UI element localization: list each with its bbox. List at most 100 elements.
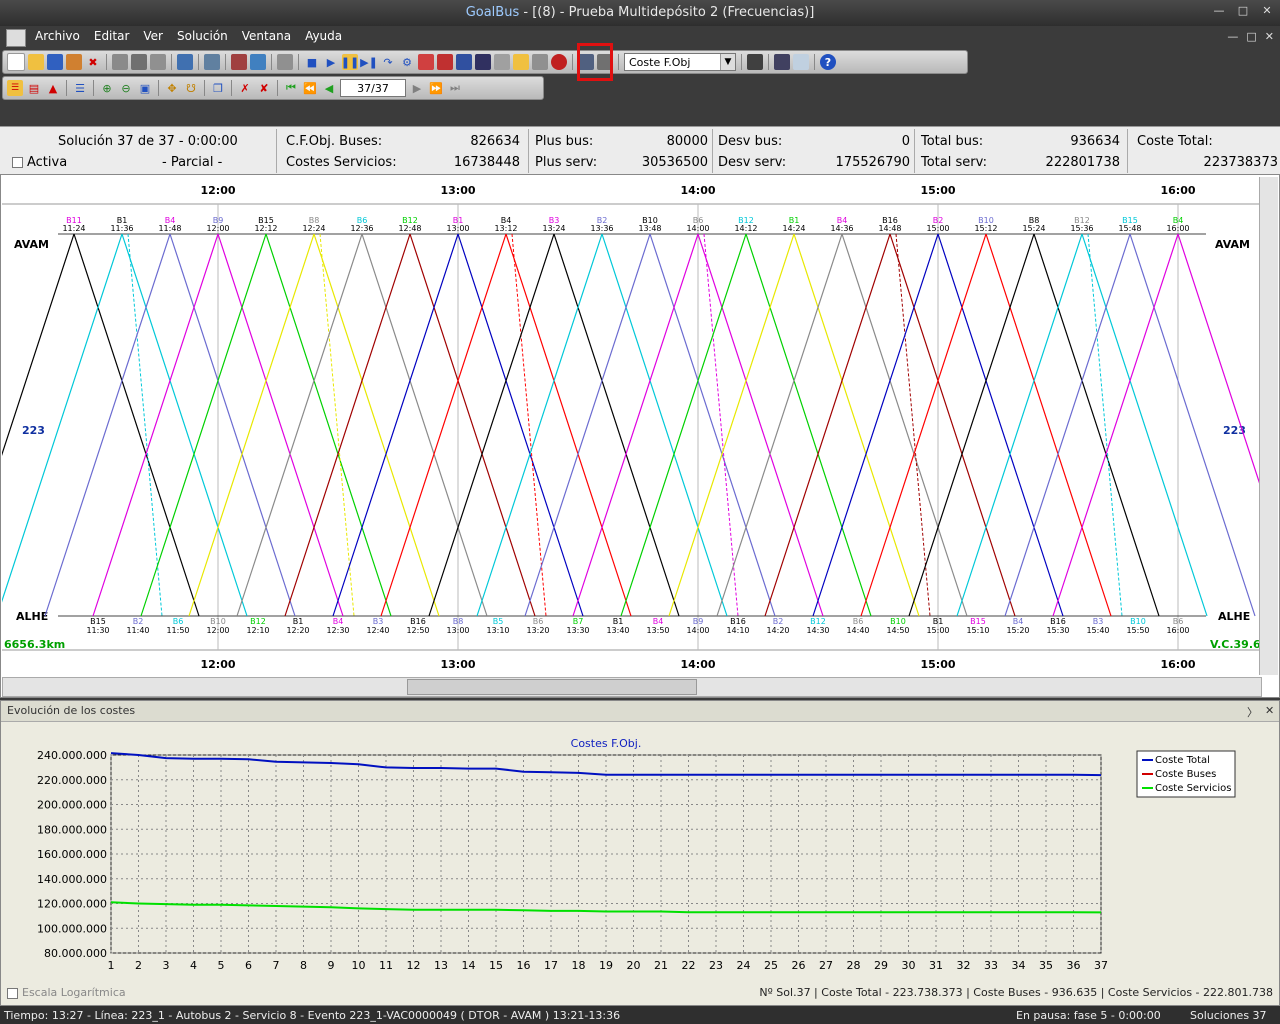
mdi-close-icon[interactable]: ✕: [1265, 30, 1274, 43]
schedule-icon[interactable]: [204, 54, 220, 70]
edit-icon[interactable]: [66, 54, 82, 70]
bottom-bus-20: B10: [890, 617, 906, 626]
remove-icon[interactable]: ✗: [237, 80, 253, 96]
menu-item-2[interactable]: Ver: [136, 29, 170, 43]
pause-icon[interactable]: ❚❚: [341, 54, 359, 70]
window-title-bar: GoalBus - [(8) - Prueba Multidepósito 2 …: [0, 0, 1280, 26]
mdi-restore-icon[interactable]: □: [1246, 30, 1256, 43]
timer-icon[interactable]: [551, 54, 567, 70]
delete-icon[interactable]: ✖: [85, 54, 101, 70]
bottom-bus-25: B3: [1093, 617, 1104, 626]
x-tick-4: 5: [218, 959, 225, 972]
cfobj-buses-value: 826634: [470, 134, 520, 149]
forward-icon[interactable]: ⏩: [428, 80, 444, 96]
top-time-23: 16:00: [1166, 224, 1189, 233]
partial-label: - Parcial -: [162, 155, 223, 170]
mdi-minimize-icon[interactable]: —: [1227, 30, 1238, 43]
chart-view-icon[interactable]: ☰: [7, 80, 23, 96]
menu-item-5[interactable]: Ayuda: [298, 29, 349, 43]
x-tick-3: 4: [190, 959, 197, 972]
objective-select[interactable]: Coste F.Obj ▼: [624, 53, 736, 71]
maximize-icon[interactable]: □: [1236, 4, 1250, 17]
duplicate-icon[interactable]: [150, 54, 166, 70]
route-icon[interactable]: [250, 54, 266, 70]
lines-icon[interactable]: ☰: [72, 80, 88, 96]
menu-item-3[interactable]: Solución: [170, 29, 235, 43]
grid-icon[interactable]: [177, 54, 193, 70]
time-label-bottom-0: 12:00: [200, 658, 235, 671]
cost-summary: Nº Sol.37 | Coste Total - 223.738.373 | …: [759, 986, 1273, 999]
stack-view-icon[interactable]: ▲: [45, 80, 61, 96]
timetable-horizontal-scrollbar[interactable]: [2, 677, 1262, 697]
menu-item-0[interactable]: Archivo: [28, 29, 87, 43]
legend-label-1: Coste Buses: [1155, 769, 1216, 780]
x-tick-6: 7: [273, 959, 280, 972]
previous-icon[interactable]: ◀: [321, 80, 337, 96]
step-icon[interactable]: ▶❚: [360, 54, 378, 70]
bus-config-icon[interactable]: [231, 54, 247, 70]
x-tick-21: 22: [682, 959, 696, 972]
plus-bus-value: 80000: [666, 134, 708, 149]
pin-icon[interactable]: 〉: [1247, 704, 1258, 720]
network-icon[interactable]: ⚙: [399, 54, 415, 70]
save-icon[interactable]: [47, 54, 63, 70]
bus-view-icon[interactable]: ▤: [26, 80, 42, 96]
scrollbar-thumb[interactable]: [407, 679, 697, 695]
solution-info-panel: Solución 37 de 37 - 0:00:00 Activa - Par…: [0, 126, 1280, 175]
minimize-icon[interactable]: —: [1212, 4, 1226, 17]
x-tick-17: 18: [572, 959, 586, 972]
people-icon[interactable]: [456, 54, 472, 70]
remove-all-icon[interactable]: ✘: [256, 80, 272, 96]
bottom-time-7: 12:40: [366, 626, 389, 635]
close-icon[interactable]: ✕: [1260, 4, 1274, 17]
next-icon[interactable]: ▶: [409, 80, 425, 96]
move-icon[interactable]: ✥: [164, 80, 180, 96]
bus-red-icon[interactable]: [418, 54, 434, 70]
stop-icon[interactable]: ■: [304, 54, 320, 70]
y-tick-1: 100.000.000: [37, 922, 107, 935]
document-icon[interactable]: [494, 54, 510, 70]
camera-icon[interactable]: [747, 54, 763, 70]
zoom-fit-icon[interactable]: ▣: [137, 80, 153, 96]
legend-label-2: Coste Servicios: [1155, 783, 1231, 794]
depot-icon[interactable]: [513, 54, 529, 70]
open-folder-icon[interactable]: [28, 54, 44, 70]
report-icon[interactable]: [532, 54, 548, 70]
app-bus-icon[interactable]: [6, 29, 26, 47]
active-checkbox[interactable]: Activa: [12, 155, 67, 170]
user-icon[interactable]: [475, 54, 491, 70]
log-scale-checkbox[interactable]: Escala Logarítmica: [7, 986, 126, 999]
time-label-bottom-4: 16:00: [1160, 658, 1195, 671]
bus-red2-icon[interactable]: [437, 54, 453, 70]
binoculars-icon[interactable]: [774, 54, 790, 70]
copy-icon[interactable]: [112, 54, 128, 70]
bottom-time-23: 15:20: [1006, 626, 1029, 635]
paste-icon[interactable]: [131, 54, 147, 70]
first-icon[interactable]: ⏮: [283, 80, 299, 96]
search-icon[interactable]: [793, 54, 809, 70]
windows-icon[interactable]: ❐: [210, 80, 226, 96]
bottom-bus-13: B1: [613, 617, 624, 626]
menu-item-4[interactable]: Ventana: [235, 29, 298, 43]
chevron-down-icon[interactable]: ▼: [720, 54, 735, 70]
timetable-vertical-scrollbar[interactable]: [1259, 177, 1278, 675]
step-over-icon[interactable]: ↷: [380, 54, 396, 70]
timetable-chart[interactable]: 12:00 12:00 13:00 13:00 14:00 14:00 15:00 15:00…: [2, 176, 1260, 676]
coste-total-label: Coste Total:: [1137, 134, 1213, 149]
x-tick-14: 15: [489, 959, 503, 972]
menu-item-1[interactable]: Editar: [87, 29, 137, 43]
bottom-time-11: 13:20: [526, 626, 549, 635]
pencil-icon[interactable]: [277, 54, 293, 70]
zoom-out-icon[interactable]: ⊖: [118, 80, 134, 96]
solution-counter[interactable]: 37/37: [340, 79, 406, 97]
last-icon[interactable]: ⏭: [447, 80, 463, 96]
help-icon[interactable]: ?: [820, 54, 836, 70]
panel-close-icon[interactable]: ✕: [1265, 704, 1274, 717]
pan-icon[interactable]: ☋: [183, 80, 199, 96]
bottom-bus-14: B4: [653, 617, 664, 626]
play-icon[interactable]: ▶: [323, 54, 339, 70]
new-file-icon[interactable]: [7, 53, 25, 71]
bottom-bus-21: B1: [933, 617, 944, 626]
rewind-icon[interactable]: ⏪: [302, 80, 318, 96]
zoom-in-icon[interactable]: ⊕: [99, 80, 115, 96]
